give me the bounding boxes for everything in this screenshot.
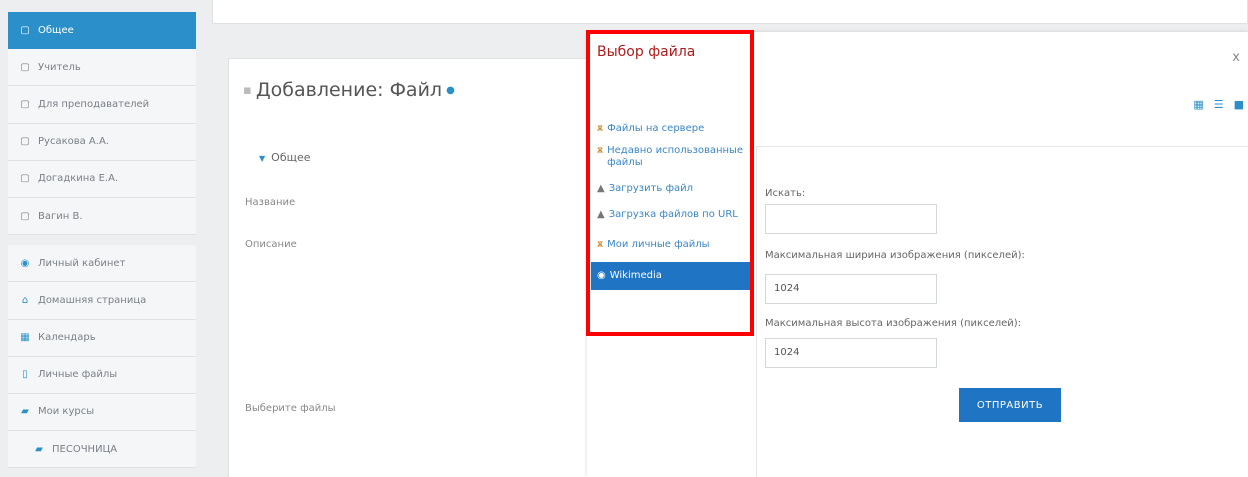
repository-list: ѫ Файлы на сервере ѫ Недавно использованны…	[591, 120, 751, 290]
repo-item-wikimedia[interactable]: ◉ Wikimedia	[591, 262, 751, 290]
recent-icon: ѫ	[597, 145, 604, 156]
wikimedia-icon: ◉	[597, 270, 606, 281]
divider	[757, 146, 1248, 147]
folder-icon: ▢	[20, 173, 30, 185]
sidebar-item-home[interactable]: ⌂ Домашняя страница	[8, 282, 196, 320]
sidebar-item-general[interactable]: ▢ Общее	[8, 12, 196, 50]
repo-item-label: Загрузка файлов по URL	[608, 209, 738, 220]
grid-view-icon[interactable]: ▦	[1193, 98, 1203, 111]
sidebar-item-label: Личные файлы	[38, 369, 118, 381]
submit-button[interactable]: ОТПРАВИТЬ	[959, 388, 1061, 422]
upload-icon: ▲	[597, 183, 605, 194]
section-general-toggle[interactable]: ▼ Общее	[259, 151, 311, 164]
select-files-label: Выберите файлы	[245, 403, 336, 414]
repo-item-url-download[interactable]: ▲ Загрузка файлов по URL	[591, 206, 751, 224]
sidebar-item-sandbox[interactable]: ▰ ПЕСОЧНИЦА	[8, 431, 196, 469]
sidebar-item-label: Общее	[38, 24, 74, 36]
chevron-down-icon: ▼	[259, 154, 266, 163]
sidebar: ▢ Общее ▢ Учитель ▢ Для преподавателей ▢ Рус…	[8, 12, 196, 477]
dashboard-icon: ◉	[20, 257, 30, 269]
max-height-input[interactable]: 1024	[765, 338, 937, 368]
modal-title: Выбор файла	[597, 44, 696, 60]
sidebar-item-vagin[interactable]: ▢ Вагин В.	[8, 197, 196, 236]
page-title-text: Добавление: Файл	[255, 79, 443, 101]
repo-item-label: Мои личные файлы	[607, 239, 710, 250]
description-label: Описание	[245, 239, 297, 250]
repo-item-server-files[interactable]: ѫ Файлы на сервере	[591, 120, 751, 138]
list-view-icon[interactable]: ☰	[1214, 98, 1224, 111]
url-download-icon: ▲	[597, 209, 605, 220]
sidebar-item-for-teachers[interactable]: ▢ Для преподавателей	[8, 86, 196, 124]
max-height-label: Максимальная высота изображения (пикселе…	[765, 318, 1022, 329]
repo-item-label: Файлы на сервере	[607, 123, 705, 134]
top-bar	[212, 0, 1248, 24]
view-switcher: ▦ ☰ ■	[1193, 98, 1244, 111]
folder-icon: ▢	[20, 61, 30, 73]
close-icon[interactable]: x	[1232, 50, 1240, 65]
sidebar-item-rusakova[interactable]: ▢ Русакова А.А.	[8, 123, 196, 161]
sidebar-item-label: Личный кабинет	[38, 257, 126, 269]
repo-item-label: Загрузить файл	[608, 183, 694, 194]
search-label: Искать:	[765, 188, 806, 199]
sidebar-item-dashboard[interactable]: ◉ Личный кабинет	[8, 245, 196, 283]
sidebar-item-label: Вагин В.	[38, 210, 83, 222]
sidebar-item-label: Календарь	[38, 332, 96, 344]
repo-item-private-files[interactable]: ѫ Мои личные файлы	[591, 236, 751, 254]
graduation-cap-icon: ▰	[35, 443, 43, 455]
sidebar-item-label: Домашняя страница	[38, 294, 147, 306]
file-picker-modal: Выбор файла x ▦ ☰ ■ ѫ Файлы на сервере ѫН…	[587, 32, 1248, 477]
folder-icon: ▢	[20, 98, 30, 110]
help-icon[interactable]: ●	[446, 85, 455, 96]
graduation-cap-icon: ▰	[21, 406, 29, 418]
sidebar-item-label: Русакова А.А.	[38, 136, 109, 148]
private-files-icon: ѫ	[597, 239, 604, 250]
repo-item-recent[interactable]: ѫ Недавно использованные файлы	[591, 142, 751, 172]
sidebar-item-label: Догадкина Е.А.	[38, 173, 119, 185]
sidebar-item-label: Мои курсы	[38, 406, 95, 418]
sidebar-item-my-courses[interactable]: ▰ Мои курсы	[8, 393, 196, 432]
folder-icon: ▢	[20, 136, 30, 148]
sidebar-item-calendar[interactable]: ▦ Календарь	[8, 319, 196, 357]
max-width-label: Максимальная ширина изображения (пикселе…	[765, 250, 1025, 261]
page-title: ▪ Добавление: Файл ●	[243, 79, 455, 101]
repo-item-label: Недавно использованные файлы	[607, 145, 744, 168]
calendar-icon: ▦	[20, 332, 30, 344]
search-input[interactable]	[765, 204, 937, 234]
repo-item-label: Wikimedia	[609, 270, 662, 281]
server-icon: ѫ	[597, 123, 604, 134]
file-icon: ▯	[22, 369, 28, 381]
name-label: Название	[245, 197, 296, 208]
sidebar-item-label: Для преподавателей	[38, 98, 150, 110]
home-icon: ⌂	[21, 294, 29, 306]
sidebar-item-label: Учитель	[38, 61, 81, 73]
divider	[756, 146, 757, 477]
folder-icon: ▢	[20, 210, 30, 222]
file-icon: ▪	[243, 82, 252, 98]
folder-icon: ▢	[20, 24, 30, 36]
sidebar-item-dogadkina[interactable]: ▢ Догадкина Е.А.	[8, 160, 196, 198]
sidebar-item-private-files[interactable]: ▯ Личные файлы	[8, 356, 196, 394]
sidebar-item-label: ПЕСОЧНИЦА	[52, 443, 118, 455]
max-width-input[interactable]: 1024	[765, 274, 937, 304]
folder-view-icon[interactable]: ■	[1234, 98, 1244, 111]
repo-item-upload[interactable]: ▲ Загрузить файл	[591, 180, 751, 198]
sidebar-item-teacher[interactable]: ▢ Учитель	[8, 49, 196, 87]
section-title: Общее	[271, 151, 311, 164]
